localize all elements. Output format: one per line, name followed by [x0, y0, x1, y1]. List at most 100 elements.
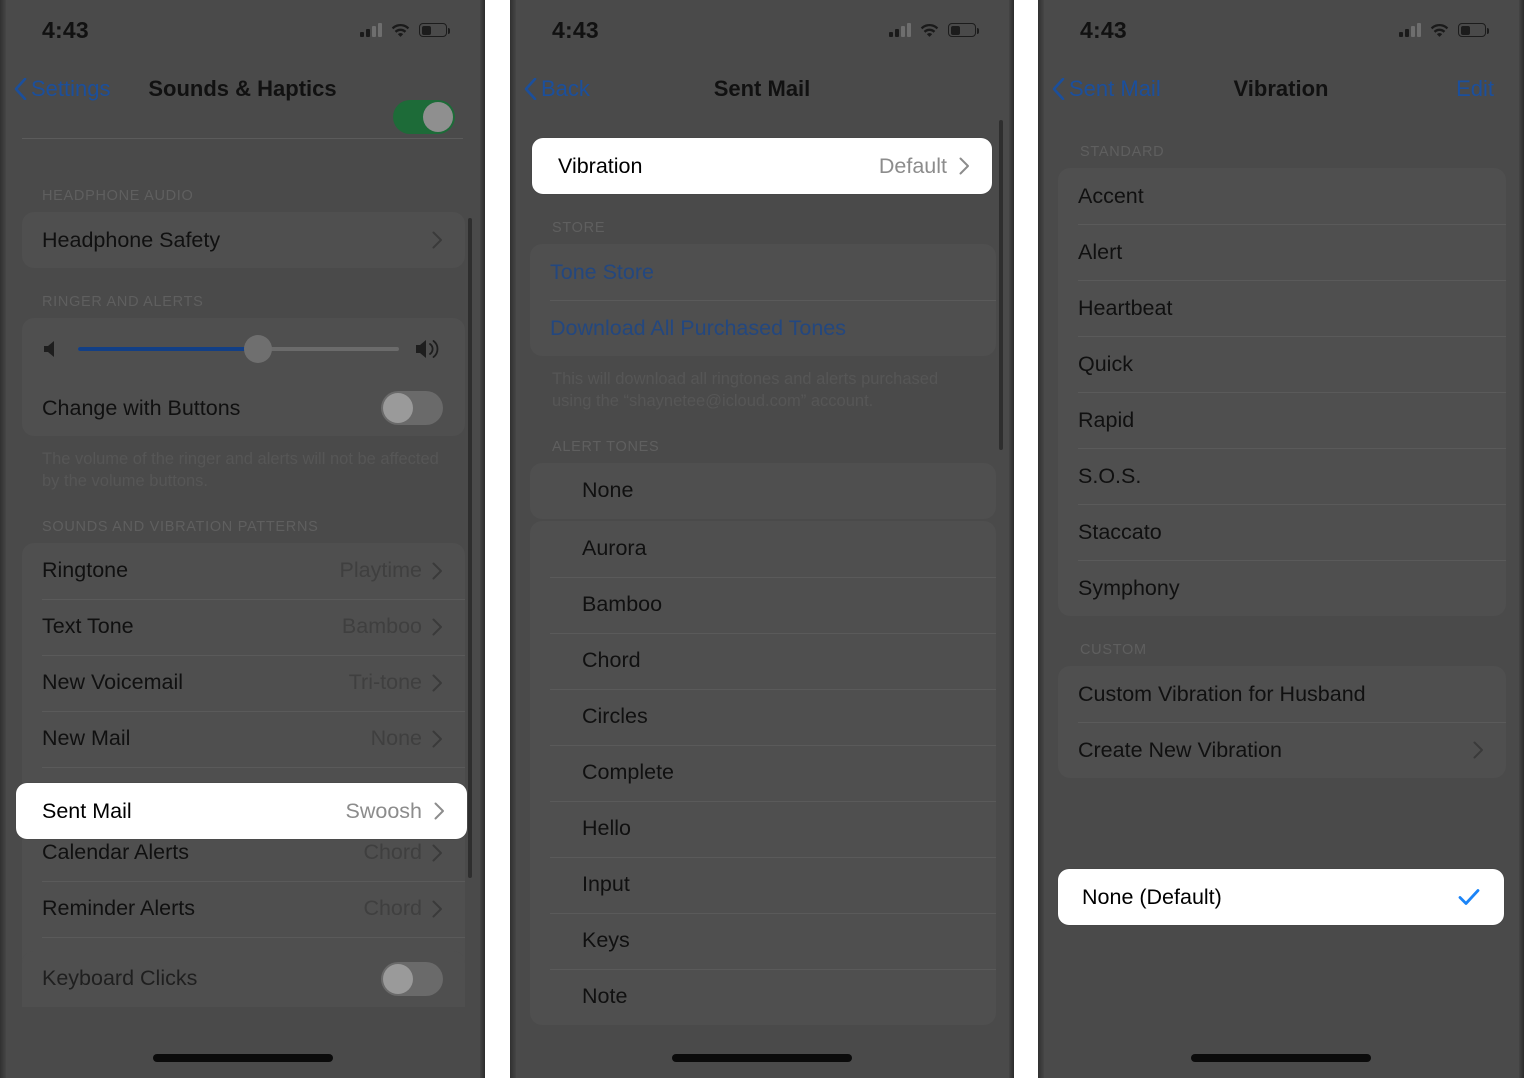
back-button-sent-mail[interactable]: Sent Mail [1052, 76, 1161, 102]
chevron-right-icon [1473, 741, 1483, 759]
row-new-voicemail[interactable]: New Voicemail Tri-tone [22, 654, 465, 711]
row-create-new-vibration[interactable]: Create New Vibration [1058, 722, 1506, 778]
chevron-right-icon [432, 562, 442, 580]
row-tone-chord[interactable]: Chord [530, 632, 996, 689]
row-label: Hello [582, 816, 631, 841]
nav-bar: Back Sent Mail [510, 60, 1014, 118]
panel-vibration: 4:43 Sent Mail Vibration Edit STANDARD A… [1038, 0, 1524, 1078]
row-vibration-sos[interactable]: S.O.S. [1058, 448, 1506, 504]
slider-knob[interactable] [243, 335, 272, 363]
chevron-left-icon [14, 78, 27, 100]
alert-tones-none-group: None [530, 462, 996, 519]
row-tone-input[interactable]: Input [530, 856, 996, 913]
edit-button[interactable]: Edit [1456, 76, 1494, 102]
volume-slider-row[interactable] [22, 318, 465, 380]
ringer-group: Change with Buttons [22, 318, 465, 436]
sent-mail-scroll-area[interactable]: STORE Tone Store Download All Purchased … [510, 118, 1014, 1065]
panel-gap [1014, 0, 1038, 1078]
row-tone-hello[interactable]: Hello [530, 800, 996, 857]
row-label: S.O.S. [1078, 463, 1142, 488]
row-label: Bamboo [582, 592, 663, 617]
row-tone-complete[interactable]: Complete [530, 744, 996, 801]
status-time: 4:43 [552, 16, 599, 43]
ringer-footnote: The volume of the ringer and alerts will… [42, 450, 439, 491]
store-footnote: This will download all ringtones and ale… [552, 370, 939, 411]
chevron-left-icon [1052, 78, 1065, 100]
row-value: Swoosh [345, 798, 423, 823]
row-new-mail[interactable]: New Mail None [22, 710, 465, 767]
chevron-right-icon [432, 618, 442, 636]
chevron-right-icon [432, 231, 442, 249]
row-headphone-safety[interactable]: Headphone Safety [22, 212, 465, 268]
row-value: Tri-tone [348, 670, 422, 695]
custom-group: Custom Vibration for Husband Create New … [1058, 666, 1506, 778]
section-header-store: STORE [552, 220, 606, 236]
row-label: New Voicemail [42, 670, 183, 695]
change-with-buttons-toggle[interactable] [381, 391, 443, 425]
row-tone-aurora[interactable]: Aurora [530, 521, 996, 577]
ringer-volume-slider[interactable] [78, 335, 399, 363]
chevron-right-icon [432, 730, 442, 748]
cellular-bars-icon [1399, 23, 1421, 37]
chevron-right-icon [432, 900, 442, 918]
section-header-ringer-and-alerts: RINGER AND ALERTS [42, 294, 204, 310]
row-tone-circles[interactable]: Circles [530, 688, 996, 745]
row-value: None [370, 726, 422, 751]
panel-gap [485, 0, 510, 1078]
status-bar: 4:43 [1038, 0, 1524, 60]
back-label: Back [541, 76, 590, 101]
highlighted-row-sent-mail[interactable]: Sent Mail Swoosh [16, 783, 467, 839]
row-change-with-buttons[interactable]: Change with Buttons [22, 380, 465, 436]
keyboard-clicks-toggle[interactable] [381, 961, 443, 996]
back-button[interactable]: Back [524, 76, 590, 102]
row-ringtone[interactable]: Ringtone Playtime [22, 543, 465, 599]
row-keyboard-clicks[interactable]: Keyboard Clicks [22, 950, 465, 1007]
panel-sent-mail: 4:43 Back Sent Mail STORE Tone Store Dow… [510, 0, 1014, 1078]
row-tone-bamboo[interactable]: Bamboo [530, 576, 996, 633]
row-label: Download All Purchased Tones [550, 315, 847, 340]
status-time: 4:43 [42, 16, 89, 43]
row-download-all-purchased-tones[interactable]: Download All Purchased Tones [530, 300, 996, 356]
section-header-headphone-audio: HEADPHONE AUDIO [42, 188, 194, 204]
row-tone-note[interactable]: Note [530, 968, 996, 1025]
row-reminder-alerts[interactable]: Reminder Alerts Chord [22, 880, 465, 937]
nav-bar: Sent Mail Vibration Edit [1038, 60, 1524, 118]
row-text-tone[interactable]: Text Tone Bamboo [22, 598, 465, 655]
row-value: Chord [363, 840, 422, 865]
section-header-sounds-and-vibration-patterns: SOUNDS AND VIBRATION PATTERNS [42, 518, 319, 535]
highlighted-row-none-default[interactable]: None (Default) [1058, 869, 1504, 925]
row-label: Chord [582, 648, 641, 673]
settings-scroll-area[interactable]: HEADPHONE AUDIO Headphone Safety RINGER … [0, 100, 485, 1007]
three-panel-screenshot: 4:43 Settings Sounds & Haptics HEADPHONE [0, 0, 1524, 1078]
divider [22, 138, 463, 139]
row-label: Reminder Alerts [42, 896, 195, 921]
vertical-scrollbar[interactable] [999, 120, 1003, 450]
row-tone-none[interactable]: None [530, 463, 996, 519]
row-vibration-quick[interactable]: Quick [1058, 336, 1506, 392]
row-label: Change with Buttons [42, 395, 241, 420]
row-vibration-accent[interactable]: Accent [1058, 168, 1506, 224]
checkmark-icon [1458, 889, 1480, 905]
row-vibration-rapid[interactable]: Rapid [1058, 392, 1506, 448]
vertical-scrollbar[interactable] [468, 218, 472, 878]
home-indicator [152, 1054, 333, 1062]
highlighted-row-vibration[interactable]: Vibration Default [532, 138, 992, 194]
vibration-scroll-area[interactable]: STANDARD Accent Alert Heartbeat Quick Ra… [1038, 118, 1524, 778]
row-value: Playtime [339, 558, 422, 583]
row-label: Alert [1078, 239, 1123, 264]
status-icons [360, 23, 450, 37]
row-label: None (Default) [1082, 884, 1222, 909]
row-tone-keys[interactable]: Keys [530, 912, 996, 969]
row-vibration-heartbeat[interactable]: Heartbeat [1058, 280, 1506, 336]
row-value: Chord [363, 896, 422, 921]
row-vibration-alert[interactable]: Alert [1058, 224, 1506, 280]
sounds-vibration-patterns-group: Ringtone Playtime Text Tone Bamboo New V… [22, 542, 465, 993]
row-label: Headphone Safety [42, 227, 221, 252]
row-label: None [582, 478, 634, 503]
row-vibration-staccato[interactable]: Staccato [1058, 504, 1506, 560]
section-header-custom: CUSTOM [1080, 642, 1147, 658]
row-vibration-symphony[interactable]: Symphony [1058, 560, 1506, 616]
row-custom-vibration-for-husband[interactable]: Custom Vibration for Husband [1058, 666, 1506, 722]
row-tone-store[interactable]: Tone Store [530, 244, 996, 300]
back-button-settings[interactable]: Settings [14, 76, 111, 102]
